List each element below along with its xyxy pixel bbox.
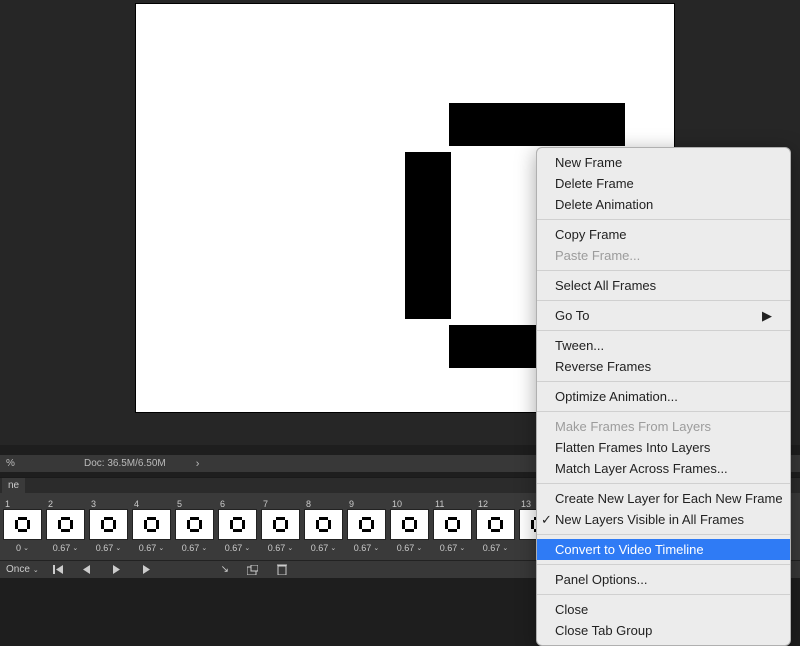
menu-visible[interactable]: ✓New Layers Visible in All Frames [537, 509, 790, 530]
frame-thumbnail[interactable] [3, 509, 42, 540]
timeline-frame[interactable]: 3 0.67⌄ [89, 499, 128, 553]
menu-separator [537, 564, 790, 565]
frame-thumbnail[interactable] [46, 509, 85, 540]
new-frame-button[interactable] [247, 565, 263, 575]
timeline-frame[interactable]: 8 0.67⌄ [304, 499, 343, 553]
frame-duration[interactable]: 0.67⌄ [483, 543, 508, 553]
frame-duration[interactable]: 0.67⌄ [53, 543, 78, 553]
check-icon: ✓ [541, 511, 552, 528]
menu-make-frames: Make Frames From Layers [537, 416, 790, 437]
frame-duration[interactable]: 0.67⌄ [182, 543, 207, 553]
next-frame-button[interactable] [143, 565, 159, 574]
menu-select-all[interactable]: Select All Frames [537, 275, 790, 296]
menu-go-to[interactable]: Go To▶ [537, 305, 790, 326]
first-frame-button[interactable] [53, 565, 69, 574]
shape-left [405, 152, 451, 319]
menu-new-frame[interactable]: New Frame [537, 152, 790, 173]
menu-flatten[interactable]: Flatten Frames Into Layers [537, 437, 790, 458]
timeline-frame[interactable]: 2 0.67⌄ [46, 499, 85, 553]
menu-paste-frame: Paste Frame... [537, 245, 790, 266]
play-button[interactable] [113, 565, 129, 574]
menu-panel-options[interactable]: Panel Options... [537, 569, 790, 590]
tween-button[interactable]: ↘ [217, 564, 233, 575]
frame-thumbnail[interactable] [132, 509, 171, 540]
frame-number: 10 [390, 499, 429, 509]
timeline-frame[interactable]: 9 0.67⌄ [347, 499, 386, 553]
timeline-frame[interactable]: 12 0.67⌄ [476, 499, 515, 553]
delete-button[interactable] [277, 564, 293, 575]
timeline-frame[interactable]: 6 0.67⌄ [218, 499, 257, 553]
frame-number: 4 [132, 499, 171, 509]
frame-number: 5 [175, 499, 214, 509]
frame-number: 8 [304, 499, 343, 509]
frame-duration[interactable]: 0.67⌄ [311, 543, 336, 553]
frame-duration[interactable]: 0.67⌄ [268, 543, 293, 553]
menu-separator [537, 483, 790, 484]
menu-tween[interactable]: Tween... [537, 335, 790, 356]
timeline-frame[interactable]: 4 0.67⌄ [132, 499, 171, 553]
menu-separator [537, 219, 790, 220]
frame-thumbnail[interactable] [390, 509, 429, 540]
menu-create-layer[interactable]: Create New Layer for Each New Frame [537, 488, 790, 509]
timeline-flyout-menu: New Frame Delete Frame Delete Animation … [536, 147, 791, 646]
menu-separator [537, 330, 790, 331]
timeline-tab[interactable]: ne [2, 478, 25, 493]
frame-thumbnail[interactable] [433, 509, 472, 540]
menu-copy-frame[interactable]: Copy Frame [537, 224, 790, 245]
frame-thumbnail[interactable] [347, 509, 386, 540]
frame-duration[interactable]: 0.67⌄ [440, 543, 465, 553]
frame-number: 6 [218, 499, 257, 509]
menu-close[interactable]: Close [537, 599, 790, 620]
timeline-frame[interactable]: 5 0.67⌄ [175, 499, 214, 553]
doc-size: Doc: 36.5M/6.50M [84, 458, 166, 469]
frame-duration[interactable]: 0.67⌄ [96, 543, 121, 553]
shape-top [449, 103, 625, 146]
frame-number: 1 [3, 499, 42, 509]
frame-number: 9 [347, 499, 386, 509]
frame-number: 7 [261, 499, 300, 509]
menu-optimize[interactable]: Optimize Animation... [537, 386, 790, 407]
menu-separator [537, 381, 790, 382]
menu-separator [537, 300, 790, 301]
timeline-frame[interactable]: 11 0.67⌄ [433, 499, 472, 553]
loop-selector[interactable]: Once⌄ [6, 564, 39, 575]
frame-thumbnail[interactable] [89, 509, 128, 540]
frame-thumbnail[interactable] [175, 509, 214, 540]
menu-separator [537, 411, 790, 412]
zoom-level[interactable]: % [6, 458, 62, 469]
menu-separator [537, 534, 790, 535]
frame-duration[interactable]: 0.67⌄ [397, 543, 422, 553]
frame-thumbnail[interactable] [218, 509, 257, 540]
frame-thumbnail[interactable] [304, 509, 343, 540]
menu-convert-video-timeline[interactable]: Convert to Video Timeline [537, 539, 790, 560]
frame-thumbnail[interactable] [476, 509, 515, 540]
prev-frame-button[interactable] [83, 565, 99, 574]
frame-duration[interactable]: 0.67⌄ [139, 543, 164, 553]
frame-duration[interactable]: 0.67⌄ [225, 543, 250, 553]
chevron-right-icon[interactable]: › [196, 458, 200, 470]
menu-separator [537, 270, 790, 271]
menu-close-tab-group[interactable]: Close Tab Group [537, 620, 790, 641]
frame-number: 3 [89, 499, 128, 509]
menu-delete-animation[interactable]: Delete Animation [537, 194, 790, 215]
menu-delete-frame[interactable]: Delete Frame [537, 173, 790, 194]
menu-separator [537, 594, 790, 595]
frame-number: 2 [46, 499, 85, 509]
menu-reverse[interactable]: Reverse Frames [537, 356, 790, 377]
frame-duration[interactable]: 0⌄ [16, 543, 29, 553]
frame-number: 12 [476, 499, 515, 509]
timeline-frame[interactable]: 7 0.67⌄ [261, 499, 300, 553]
timeline-frame[interactable]: 10 0.67⌄ [390, 499, 429, 553]
timeline-frame[interactable]: 1 0⌄ [3, 499, 42, 553]
frame-number: 11 [433, 499, 472, 509]
submenu-arrow-icon: ▶ [762, 307, 772, 324]
menu-match[interactable]: Match Layer Across Frames... [537, 458, 790, 479]
frame-thumbnail[interactable] [261, 509, 300, 540]
frame-duration[interactable]: 0.67⌄ [354, 543, 379, 553]
